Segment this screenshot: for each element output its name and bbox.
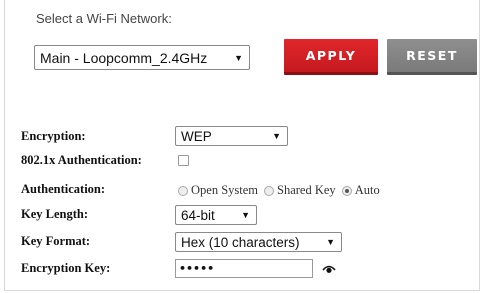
caret-down-icon: ▼ xyxy=(272,131,281,141)
radio-shared-key[interactable]: Shared Key xyxy=(264,183,336,198)
reset-button[interactable]: RESET xyxy=(387,39,477,75)
8021x-auth-checkbox[interactable] xyxy=(178,155,189,166)
encryption-key-label: Encryption Key: xyxy=(21,261,111,275)
key-length-value: 64-bit xyxy=(181,207,215,223)
key-format-label: Key Format: xyxy=(21,234,91,248)
key-length-label: Key Length: xyxy=(21,207,89,221)
caret-down-icon: ▼ xyxy=(326,237,335,247)
encryption-label: Encryption: xyxy=(21,129,86,143)
caret-down-icon: ▼ xyxy=(241,210,250,220)
radio-open-system[interactable]: Open System xyxy=(178,183,258,198)
radio-auto[interactable]: Auto xyxy=(341,183,380,198)
wifi-network-select[interactable]: Main - Loopcomm_2.4GHz ▼ xyxy=(34,45,250,70)
key-format-select[interactable]: Hex (10 characters) ▼ xyxy=(175,232,342,252)
key-format-value: Hex (10 characters) xyxy=(181,234,300,250)
wifi-network-label: Select a Wi-Fi Network: xyxy=(36,11,172,26)
encryption-select[interactable]: WEP ▼ xyxy=(175,126,288,146)
wifi-network-value: Main - Loopcomm_2.4GHz xyxy=(40,49,208,66)
authentication-label: Authentication: xyxy=(21,182,106,196)
8021x-auth-label: 802.1x Authentication: xyxy=(21,153,142,167)
apply-button[interactable]: APPLY xyxy=(284,39,378,75)
authentication-radio-group: Open System Shared Key Auto xyxy=(178,183,386,198)
encryption-key-input[interactable]: ••••• xyxy=(175,259,313,278)
radio-label: Shared Key xyxy=(277,183,336,197)
encryption-value: WEP xyxy=(181,128,212,144)
radio-button[interactable] xyxy=(264,185,275,196)
radio-button-selected[interactable] xyxy=(341,185,352,196)
radio-label: Auto xyxy=(354,183,380,197)
radio-label: Open System xyxy=(191,183,259,197)
caret-down-icon: ▼ xyxy=(234,52,243,63)
key-length-select[interactable]: 64-bit ▼ xyxy=(175,205,257,225)
eye-icon[interactable] xyxy=(322,264,336,274)
radio-button[interactable] xyxy=(178,185,188,196)
